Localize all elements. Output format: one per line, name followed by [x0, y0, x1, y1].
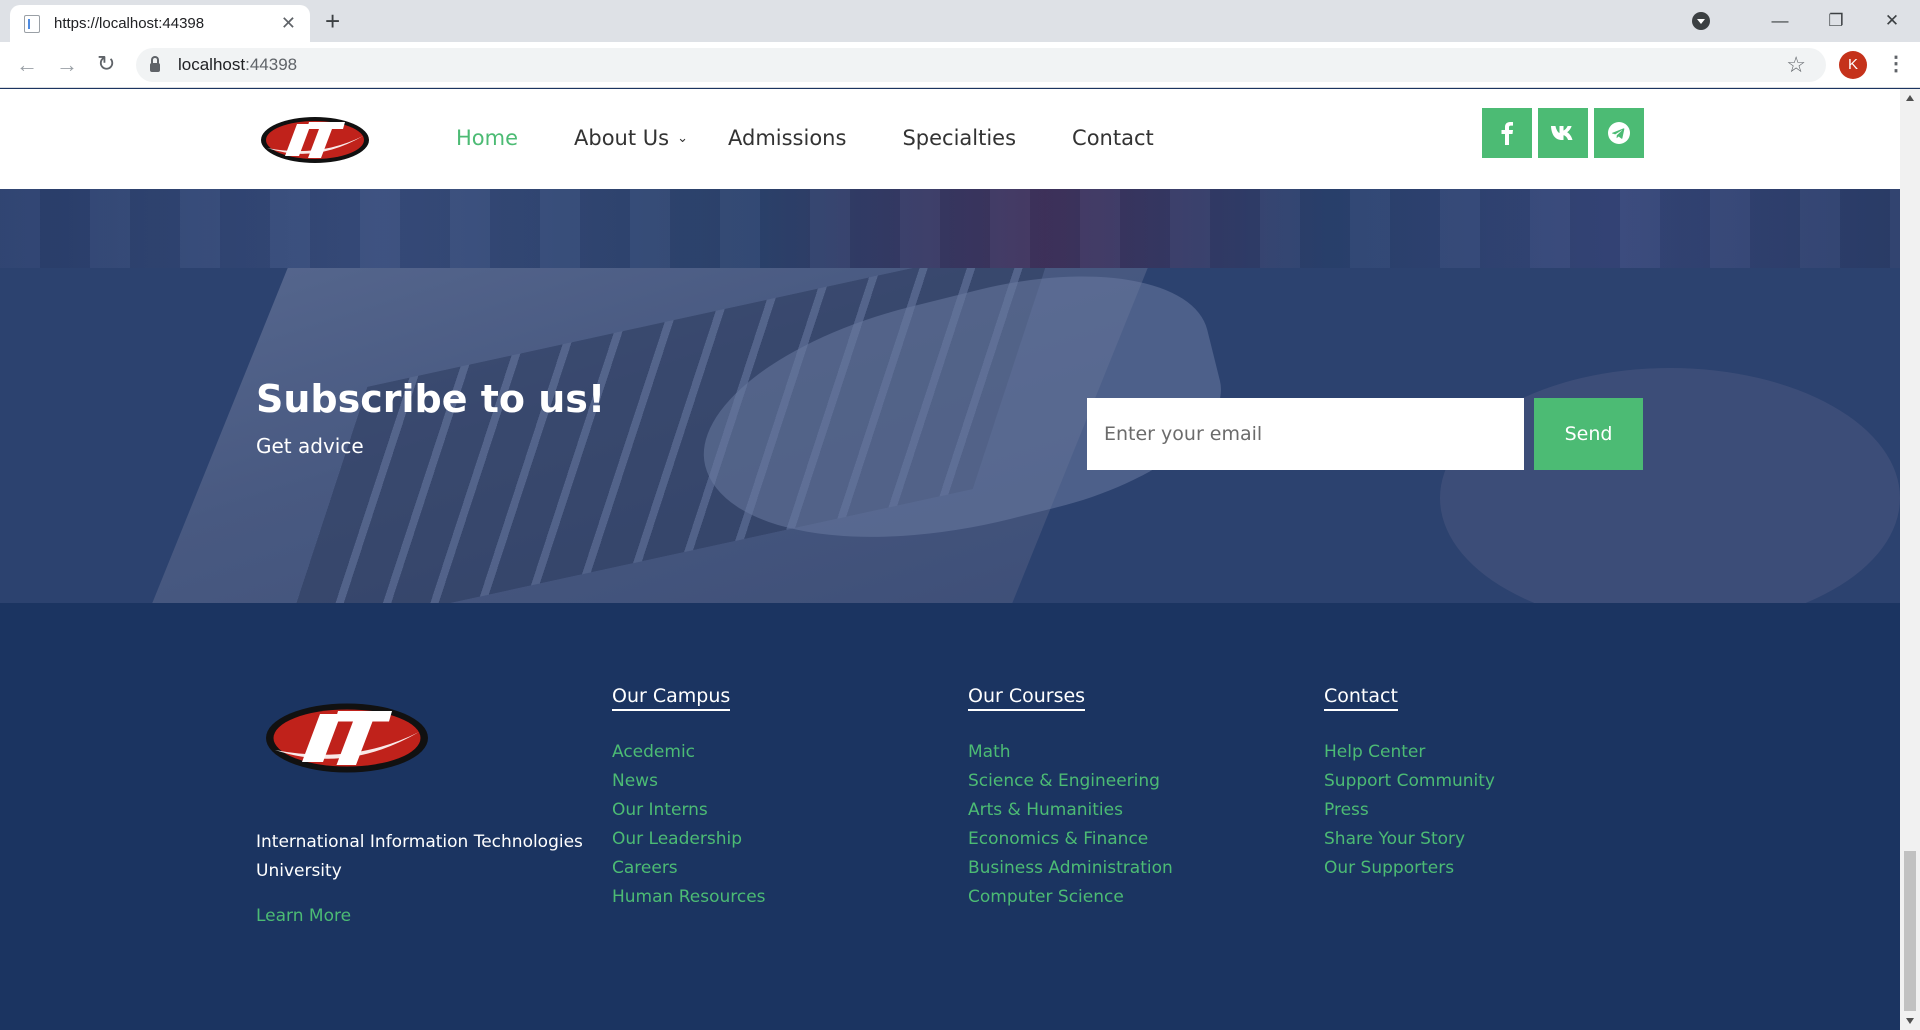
scroll-down-icon[interactable] [1906, 1018, 1914, 1024]
tab-search-icon[interactable] [1692, 12, 1710, 30]
footer-link[interactable]: Math [968, 738, 1173, 767]
footer-column-contact: Contact Help Center Support Community Pr… [1324, 685, 1495, 883]
facebook-icon [1501, 122, 1513, 145]
social-links [1482, 108, 1644, 158]
footer-link[interactable]: Computer Science [968, 883, 1173, 912]
close-window-icon[interactable]: ✕ [1864, 11, 1920, 31]
window-controls: — ❐ ✕ [1692, 0, 1920, 42]
scrollbar-thumb[interactable] [1904, 851, 1916, 1011]
footer-heading-campus: Our Campus [612, 685, 731, 711]
nav-home[interactable]: Home [456, 126, 518, 150]
email-field[interactable] [1087, 398, 1524, 470]
chevron-down-icon[interactable]: ⌄ [677, 131, 688, 146]
nav-about-us[interactable]: About Us [574, 126, 669, 150]
site-footer: International Information Technologies U… [0, 603, 1900, 1030]
footer-list-contact: Help Center Support Community Press Shar… [1324, 738, 1495, 883]
facebook-button[interactable] [1482, 108, 1532, 158]
subscribe-subtitle: Get advice [256, 434, 364, 458]
footer-link[interactable]: News [612, 767, 766, 796]
profile-avatar[interactable]: K [1839, 51, 1867, 79]
footer-logo[interactable] [258, 699, 436, 777]
tab-title: https://localhost:44398 [54, 15, 205, 32]
telegram-button[interactable] [1594, 108, 1644, 158]
vk-button[interactable] [1538, 108, 1588, 158]
footer-link[interactable]: Our Supporters [1324, 854, 1495, 883]
reload-icon[interactable]: ↻ [97, 51, 115, 77]
scroll-up-icon[interactable] [1906, 95, 1914, 101]
footer-link[interactable]: Human Resources [612, 883, 766, 912]
footer-link[interactable]: Science & Engineering [968, 767, 1173, 796]
close-tab-icon[interactable]: ✕ [281, 13, 296, 34]
nav-specialties[interactable]: Specialties [902, 126, 1016, 150]
browser-tab[interactable]: https://localhost:44398 ✕ [10, 5, 310, 42]
send-button[interactable]: Send [1534, 398, 1643, 470]
footer-column-courses: Our Courses Math Science & Engineering A… [968, 685, 1173, 912]
footer-column-campus: Our Campus Acedemic News Our Interns Our… [612, 685, 766, 912]
footer-list-campus: Acedemic News Our Interns Our Leadership… [612, 738, 766, 912]
subscribe-title: Subscribe to us! [256, 377, 606, 421]
vk-icon [1551, 126, 1573, 140]
bookmark-star-icon[interactable]: ☆ [1786, 52, 1806, 78]
restore-icon[interactable]: ❐ [1808, 11, 1864, 31]
url-text: localhost:44398 [178, 55, 298, 74]
footer-link[interactable]: Arts & Humanities [968, 796, 1173, 825]
subscribe-section: Subscribe to us! Get advice Send [0, 268, 1900, 603]
page-favicon-icon [24, 14, 40, 33]
learn-more-link[interactable]: Learn More [256, 906, 351, 926]
browser-menu-icon[interactable]: ⋮ [1886, 51, 1906, 76]
footer-link[interactable]: Help Center [1324, 738, 1495, 767]
address-bar[interactable]: localhost:44398 ☆ [136, 48, 1826, 82]
browser-toolbar: ← → ↻ localhost:44398 ☆ K ⋮ [0, 42, 1920, 88]
footer-link[interactable]: Support Community [1324, 767, 1495, 796]
footer-link[interactable]: Business Administration [968, 854, 1173, 883]
university-name: International Information Technologies U… [256, 832, 583, 881]
forward-icon[interactable]: → [56, 52, 78, 78]
page-scrollbar[interactable] [1900, 89, 1920, 1030]
page-viewport: Home About Us ⌄ Admissions Specialties C… [0, 89, 1900, 1030]
main-nav: Home About Us ⌄ Admissions Specialties C… [456, 126, 1154, 150]
lock-icon [150, 56, 160, 72]
footer-link[interactable]: Acedemic [612, 738, 766, 767]
footer-link[interactable]: Economics & Finance [968, 825, 1173, 854]
new-tab-icon[interactable]: + [325, 6, 340, 37]
footer-link[interactable]: Careers [612, 854, 766, 883]
footer-link[interactable]: Share Your Story [1324, 825, 1495, 854]
site-header: Home About Us ⌄ Admissions Specialties C… [0, 89, 1900, 189]
telegram-icon [1608, 122, 1630, 144]
footer-link[interactable]: Our Leadership [612, 825, 766, 854]
nav-admissions[interactable]: Admissions [728, 126, 846, 150]
footer-link[interactable]: Press [1324, 796, 1495, 825]
back-icon[interactable]: ← [16, 52, 38, 78]
hero-image-strip [0, 189, 1900, 268]
browser-tab-strip: https://localhost:44398 ✕ + — ❐ ✕ [0, 0, 1920, 42]
footer-link[interactable]: Our Interns [612, 796, 766, 825]
minimize-icon[interactable]: — [1752, 11, 1808, 31]
nav-contact[interactable]: Contact [1072, 126, 1154, 150]
footer-list-courses: Math Science & Engineering Arts & Humani… [968, 738, 1173, 912]
footer-heading-contact: Contact [1324, 685, 1398, 711]
site-logo[interactable] [259, 114, 371, 166]
footer-heading-courses: Our Courses [968, 685, 1086, 711]
